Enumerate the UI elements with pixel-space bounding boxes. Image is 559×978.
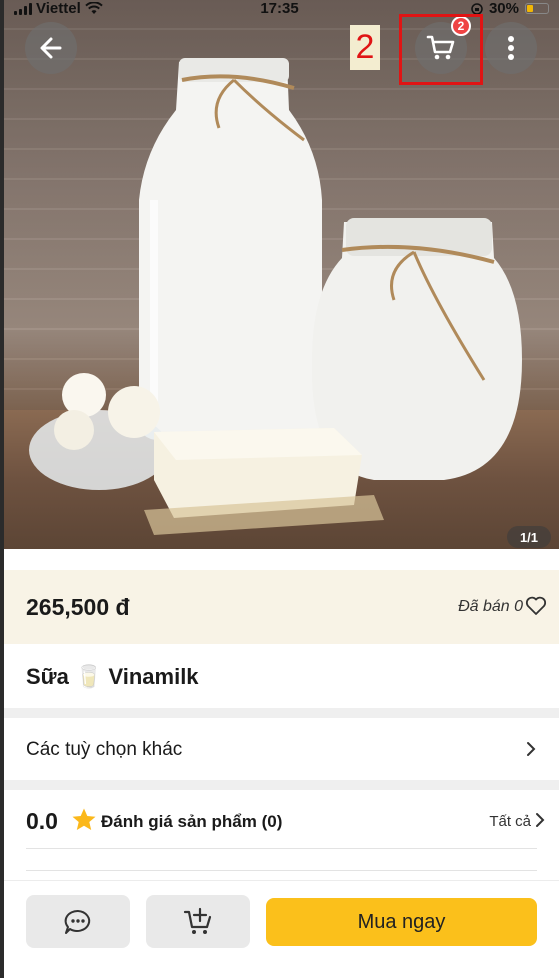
orientation-lock-icon bbox=[471, 2, 483, 15]
rating-row[interactable]: 0.0 Đánh giá sản phẩm (0) Tất cả bbox=[4, 790, 559, 848]
heart-icon[interactable] bbox=[525, 596, 547, 616]
add-to-cart-button[interactable] bbox=[146, 895, 250, 948]
chevron-right-icon bbox=[527, 742, 536, 756]
more-vertical-icon bbox=[508, 36, 514, 60]
chat-icon bbox=[64, 909, 91, 934]
buy-now-button[interactable]: Mua ngay bbox=[266, 898, 537, 946]
divider bbox=[4, 708, 559, 718]
bottom-action-bar: Mua ngay bbox=[4, 880, 559, 978]
battery-percent: 30% bbox=[488, 0, 519, 17]
chat-button[interactable] bbox=[26, 895, 130, 948]
annotation-number: 2 bbox=[350, 25, 380, 70]
product-name: Sữa 🥛 Vinamilk bbox=[26, 664, 199, 689]
back-button[interactable] bbox=[25, 22, 77, 74]
star-icon bbox=[72, 808, 96, 830]
divider bbox=[4, 780, 559, 790]
arrow-left-icon bbox=[40, 37, 62, 59]
chevron-right-icon bbox=[536, 813, 545, 827]
sold-count: Đã bán 0 bbox=[458, 598, 523, 615]
see-all-reviews-link[interactable]: Tất cả bbox=[489, 813, 531, 830]
other-options-label: Các tuỳ chọn khác bbox=[26, 739, 183, 760]
annotation-highlight-box bbox=[399, 14, 483, 85]
product-name-section: Sữa 🥛 Vinamilk bbox=[4, 644, 559, 708]
add-to-cart-icon bbox=[183, 907, 212, 934]
product-price: 265,500 đ bbox=[26, 594, 130, 620]
rating-value: 0.0 bbox=[26, 808, 58, 834]
image-counter: 1/1 bbox=[507, 526, 551, 548]
battery-icon bbox=[525, 3, 549, 14]
rating-label: Đánh giá sản phẩm (0) bbox=[101, 812, 283, 831]
more-button[interactable] bbox=[485, 22, 537, 74]
other-options-row[interactable]: Các tuỳ chọn khác bbox=[4, 718, 559, 780]
divider bbox=[26, 848, 537, 849]
left-edge-strip bbox=[0, 0, 4, 978]
price-section: 265,500 đ Đã bán 0 bbox=[4, 570, 559, 644]
divider bbox=[26, 870, 537, 871]
